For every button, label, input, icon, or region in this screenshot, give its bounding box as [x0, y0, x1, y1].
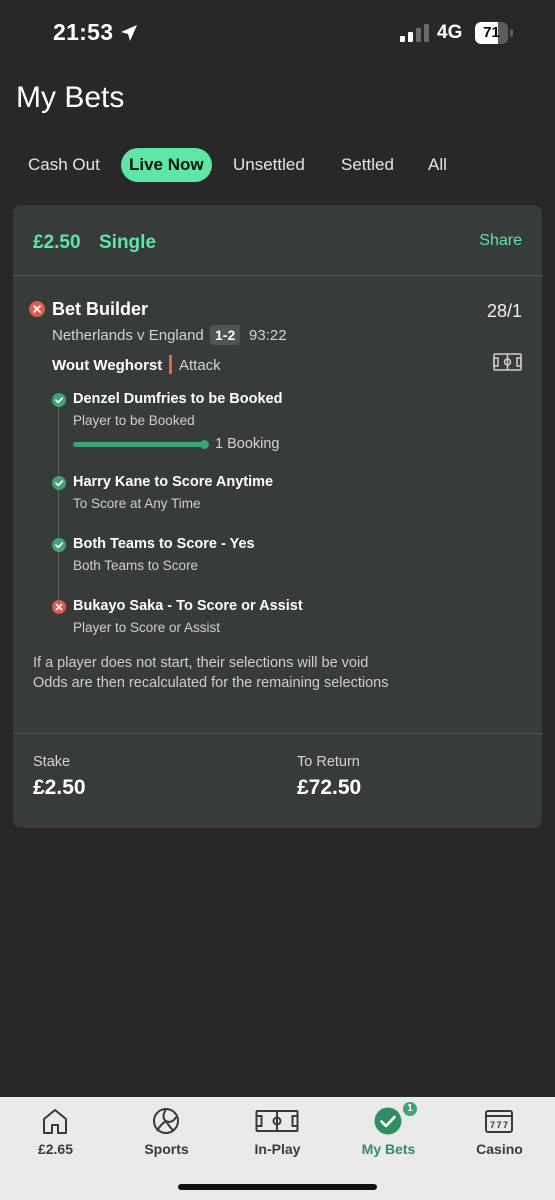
tab-unsettled[interactable]: Unsettled: [233, 148, 305, 182]
stake-value: £2.50: [33, 776, 86, 799]
check-circle-icon: [374, 1107, 402, 1135]
selection-subtitle: Player to Score or Assist: [73, 620, 221, 635]
signal-icon: [400, 24, 429, 42]
svg-text:7: 7: [503, 1120, 508, 1130]
bet-type: Single: [99, 232, 157, 253]
player-position: Attack: [179, 357, 221, 374]
home-indicator: [178, 1184, 377, 1190]
battery-icon: 71: [475, 22, 513, 44]
bet-amount: £2.50: [33, 232, 81, 253]
bet-card[interactable]: £2.50 Single Share Bet Builder 28/1 Neth…: [13, 205, 542, 828]
svg-text:7: 7: [497, 1120, 502, 1130]
nav-label: My Bets: [361, 1141, 416, 1157]
position-marker: [169, 355, 172, 374]
selection-subtitle: To Score at Any Time: [73, 496, 201, 511]
svg-text:7: 7: [490, 1120, 495, 1130]
nav-label: Sports: [144, 1141, 189, 1157]
tab-live-now[interactable]: Live Now: [121, 148, 212, 182]
nav-label: In-Play: [254, 1141, 301, 1157]
selection-title: Denzel Dumfries to be Booked: [73, 391, 283, 407]
selection-subtitle: Player to be Booked: [73, 413, 195, 428]
won-status-icon: [52, 538, 66, 552]
share-button[interactable]: Share: [479, 232, 522, 250]
notification-badge: 1: [402, 1101, 418, 1117]
pitch-icon: [255, 1110, 299, 1132]
nav-label: £2.65: [37, 1141, 74, 1157]
status-bar: 21:53 4G 71: [0, 0, 555, 66]
match-name: Netherlands v England: [52, 327, 204, 344]
bet-tabs: Cash Out Live Now Unsettled Settled All: [0, 148, 555, 184]
selection-subtitle: Both Teams to Score: [73, 558, 199, 573]
network-label: 4G: [437, 22, 463, 43]
won-status-icon: [52, 393, 66, 407]
return-value: £72.50: [297, 776, 362, 799]
nav-sports[interactable]: Sports: [111, 1097, 222, 1167]
stake-label: Stake: [33, 754, 71, 770]
selection-title: Both Teams to Score - Yes: [73, 536, 255, 552]
pitch-icon[interactable]: [493, 353, 522, 371]
bet-odds: 28/1: [486, 301, 522, 321]
status-time: 21:53: [53, 19, 114, 45]
home-icon: [43, 1109, 67, 1134]
nav-balance[interactable]: £2.65: [0, 1097, 111, 1167]
booking-progress-dot: [200, 440, 209, 449]
match-score: 1-2: [210, 325, 241, 345]
tab-all[interactable]: All: [428, 148, 447, 182]
odds-note: Odds are then recalculated for the remai…: [33, 675, 389, 691]
location-arrow-icon: [121, 25, 137, 41]
booking-progress-label: 1 Booking: [215, 436, 280, 452]
divider: [13, 733, 542, 734]
won-status-icon: [52, 476, 66, 490]
selection-title: Harry Kane to Score Anytime: [73, 474, 274, 490]
selection-title: Bukayo Saka - To Score or Assist: [73, 598, 303, 614]
booking-progress-bar: [73, 442, 206, 447]
football-icon: [153, 1108, 179, 1134]
lost-status-icon: [52, 600, 66, 614]
player-name: Wout Weghorst: [52, 357, 163, 374]
return-label: To Return: [297, 754, 360, 770]
selection-timeline: [58, 398, 59, 608]
nav-casino[interactable]: 7 7 7 Casino: [444, 1097, 555, 1167]
match-clock: 93:22: [249, 327, 287, 344]
bet-builder-title: Bet Builder: [52, 299, 149, 319]
nav-label: Casino: [476, 1141, 523, 1157]
tab-cash-out[interactable]: Cash Out: [28, 148, 100, 182]
slot-machine-icon: 7 7 7: [485, 1110, 513, 1133]
battery-level: 71: [483, 24, 500, 41]
nav-my-bets[interactable]: 1 My Bets: [333, 1097, 444, 1167]
nav-in-play[interactable]: In-Play: [222, 1097, 333, 1167]
divider: [13, 275, 542, 276]
lost-status-icon: [29, 301, 45, 317]
bet-card-header: £2.50 Single Share: [13, 205, 542, 275]
page-title: My Bets: [16, 81, 125, 114]
tab-settled[interactable]: Settled: [341, 148, 394, 182]
void-note: If a player does not start, their select…: [33, 655, 369, 671]
